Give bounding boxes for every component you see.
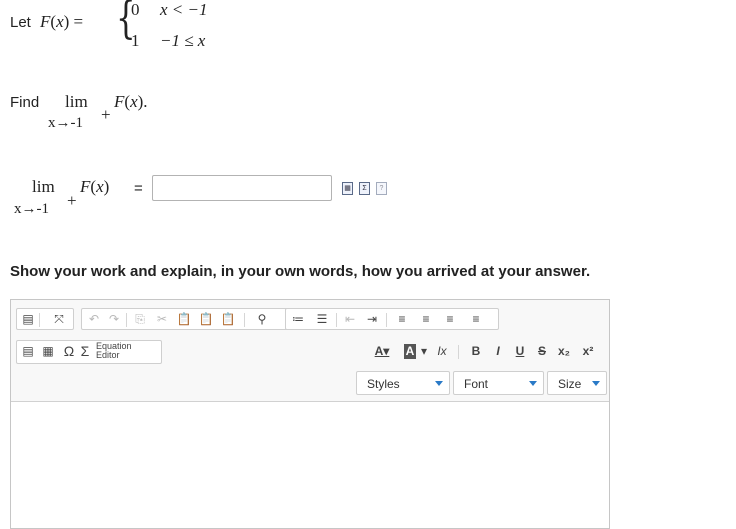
superscript-icon[interactable]: x² [580, 344, 596, 359]
answer-lim-subscript: x→-1 [14, 201, 49, 217]
sigma-icon[interactable]: Σ [77, 344, 93, 359]
bg-color-dropdown-icon[interactable]: ▾ [416, 344, 432, 359]
toolbar-group-basic-styles: A▾ A ▾ Ix B I U S x₂ x² [367, 340, 609, 364]
undo-icon[interactable]: ↶ [86, 312, 102, 327]
rich-text-editor: ▤ ⤧ ↶ ↷ ⎘ ✂ 📋 📋 📋 ⚲ ≔ ☰ ⇤ ⇥ ≡ ≡ ≡ ≡ ▤ ▦ … [10, 299, 610, 529]
cut-icon[interactable]: ✂ [154, 312, 170, 327]
find-function: F(x). [114, 92, 148, 111]
chevron-down-icon [435, 381, 443, 386]
chevron-down-icon [529, 381, 537, 386]
align-right-icon[interactable]: ≡ [442, 312, 458, 327]
answer-equals: = [134, 180, 143, 197]
special-char-icon[interactable]: Ω [61, 344, 77, 359]
find-icon[interactable]: ⚲ [254, 312, 270, 327]
underline-icon[interactable]: U [512, 344, 528, 359]
justify-icon[interactable]: ≡ [468, 312, 484, 327]
editor-content-area[interactable] [11, 402, 609, 528]
find-lim: lim [65, 92, 88, 111]
numbered-list-icon[interactable]: ≔ [290, 312, 306, 327]
styles-select[interactable]: Styles [356, 371, 450, 395]
let-label: Let [10, 14, 31, 31]
equation-icon[interactable]: Σ [359, 182, 370, 195]
find-label: Find [10, 94, 40, 111]
case1-condition: x < −1 [160, 0, 208, 19]
answer-input[interactable] [152, 175, 332, 201]
preview-icon[interactable]: ▦ [342, 182, 353, 195]
paste-word-icon[interactable]: 📋 [220, 312, 236, 327]
case2-condition: −1 ≤ x [160, 31, 206, 50]
work-prompt: Show your work and explain, in your own … [10, 263, 591, 280]
maximize-icon[interactable]: ⤧ [51, 312, 67, 327]
subscript-icon[interactable]: x₂ [556, 344, 572, 359]
toolbar-group-insert: ▤ ▦ Ω Σ Equation Editor [16, 340, 162, 364]
help-icon[interactable]: ? [376, 182, 387, 195]
chevron-down-icon [592, 381, 600, 386]
font-select[interactable]: Font [453, 371, 544, 395]
text-color-icon[interactable]: A▾ [374, 344, 390, 359]
toolbar-group-view: ▤ ⤧ [16, 308, 74, 330]
editor-toolbar: ▤ ⤧ ↶ ↷ ⎘ ✂ 📋 📋 📋 ⚲ ≔ ☰ ⇤ ⇥ ≡ ≡ ≡ ≡ ▤ ▦ … [11, 300, 609, 402]
horizontal-rule-icon[interactable]: ▤ [20, 344, 36, 359]
answer-function: F(x) [80, 177, 110, 196]
paste-text-icon[interactable]: 📋 [198, 312, 214, 327]
copy-icon[interactable]: ⎘ [132, 312, 148, 327]
find-lim-superscript: + [101, 105, 111, 124]
bg-color-icon[interactable]: A [404, 344, 416, 359]
outdent-icon[interactable]: ⇤ [342, 312, 358, 327]
function-definition: F(x) = [40, 12, 84, 31]
answer-lim-superscript: + [67, 191, 77, 210]
italic-icon[interactable]: I [490, 344, 506, 359]
case2-value: 1 [131, 31, 140, 50]
toolbar-group-paragraph: ≔ ☰ ⇤ ⇥ ≡ ≡ ≡ ≡ [285, 308, 499, 330]
remove-format-icon[interactable]: Ix [434, 344, 450, 359]
indent-icon[interactable]: ⇥ [364, 312, 380, 327]
align-center-icon[interactable]: ≡ [418, 312, 434, 327]
case1-value: 0 [131, 0, 140, 19]
answer-lim: lim [32, 177, 55, 196]
bold-icon[interactable]: B [468, 344, 484, 359]
equation-editor-button[interactable]: Equation Editor [96, 342, 132, 360]
redo-icon[interactable]: ↷ [106, 312, 122, 327]
size-select[interactable]: Size [547, 371, 607, 395]
bulleted-list-icon[interactable]: ☰ [314, 312, 330, 327]
source-icon[interactable]: ▤ [20, 312, 36, 327]
toolbar-group-edit: ↶ ↷ ⎘ ✂ 📋 📋 📋 ⚲ [81, 308, 291, 330]
strikethrough-icon[interactable]: S [534, 344, 550, 359]
table-icon[interactable]: ▦ [40, 344, 56, 359]
paste-icon[interactable]: 📋 [176, 312, 192, 327]
align-left-icon[interactable]: ≡ [394, 312, 410, 327]
find-lim-subscript: x→-1 [48, 115, 83, 131]
